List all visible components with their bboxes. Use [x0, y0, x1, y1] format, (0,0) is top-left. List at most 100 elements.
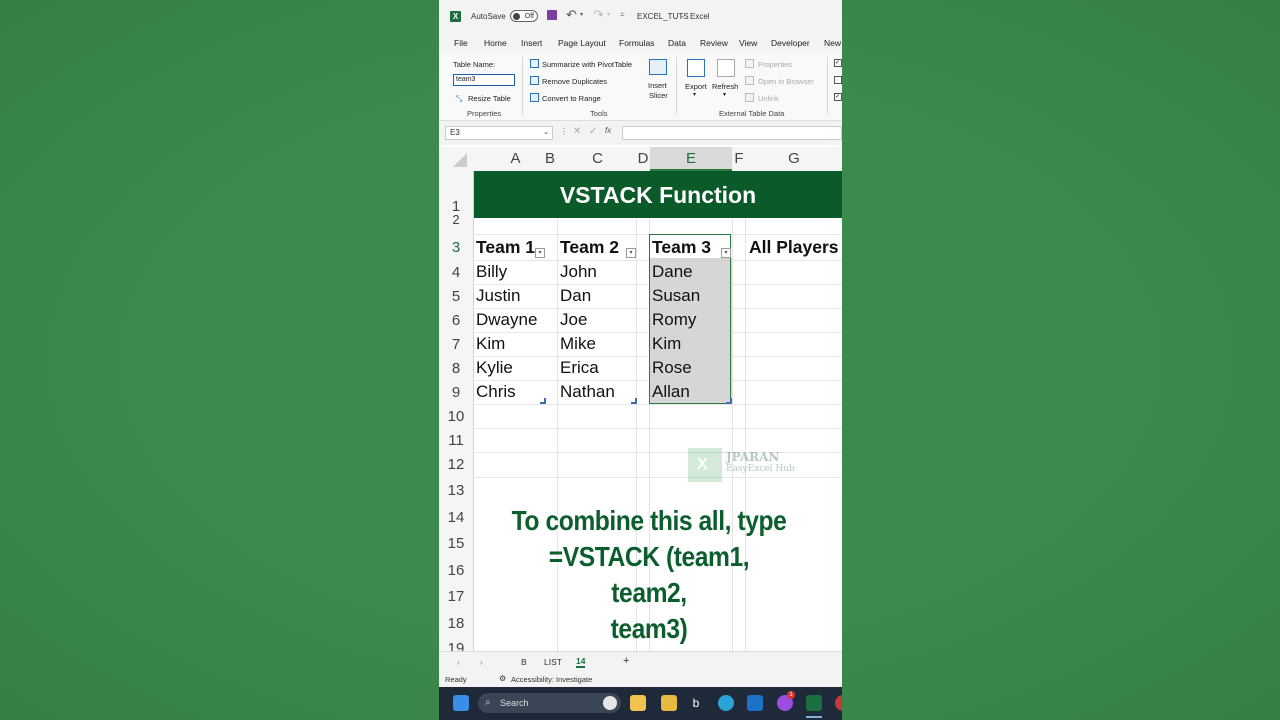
- undo-dropdown-icon[interactable]: ▾: [580, 11, 583, 18]
- sheet-tab-list[interactable]: LIST: [544, 657, 562, 667]
- cell-team3[interactable]: Susan: [652, 286, 700, 306]
- row-header-12[interactable]: 12: [439, 456, 473, 473]
- header-team-1[interactable]: Team 1: [476, 237, 535, 258]
- table-resize-handle[interactable]: [631, 398, 637, 404]
- open-in-browser-button[interactable]: Open in Browser: [758, 77, 814, 86]
- edge-icon[interactable]: [718, 695, 734, 711]
- customize-toolbar-icon[interactable]: ⩡: [620, 10, 625, 20]
- more-options-icon[interactable]: ⋮: [560, 127, 568, 136]
- row-header-7[interactable]: 7: [439, 336, 473, 353]
- refresh-button[interactable]: Refresh: [712, 82, 738, 91]
- row-header-14[interactable]: 14: [439, 509, 473, 526]
- windows-start-icon[interactable]: [453, 695, 469, 711]
- tab-home[interactable]: Home: [484, 38, 507, 48]
- cell-team2[interactable]: John: [560, 262, 597, 282]
- row-header-13[interactable]: 13: [439, 482, 473, 499]
- col-header-d[interactable]: D: [637, 147, 649, 171]
- cell-team2[interactable]: Dan: [560, 286, 591, 306]
- file-explorer-icon[interactable]: [630, 695, 646, 711]
- filter-dropdown-icon[interactable]: ▾: [626, 248, 636, 258]
- next-sheet-icon[interactable]: ›: [480, 657, 483, 667]
- export-dropdown-icon[interactable]: ▾: [693, 91, 696, 98]
- row-header-3[interactable]: 3: [439, 239, 473, 256]
- cell-team2[interactable]: Joe: [560, 310, 587, 330]
- tab-review[interactable]: Review: [700, 38, 728, 48]
- header-all-players[interactable]: All Players: [749, 237, 839, 258]
- name-box[interactable]: E3 ⌄: [445, 126, 553, 140]
- row-header-11[interactable]: 11: [439, 432, 473, 449]
- outlook-icon[interactable]: [747, 695, 763, 711]
- cell-team1[interactable]: Billy: [476, 262, 507, 282]
- bing-icon[interactable]: [603, 696, 617, 710]
- formula-input[interactable]: [622, 126, 842, 140]
- unlink-button[interactable]: Unlink: [758, 94, 779, 103]
- accessibility-status[interactable]: Accessibility: Investigate: [511, 675, 592, 684]
- table-name-input[interactable]: team3: [453, 74, 515, 86]
- bing-app-icon[interactable]: b: [688, 695, 704, 711]
- tab-developer[interactable]: Developer: [771, 38, 810, 48]
- cell-team1[interactable]: Kylie: [476, 358, 513, 378]
- summarize-pivottable-button[interactable]: Summarize with PivotTable: [542, 60, 632, 69]
- refresh-dropdown-icon[interactable]: ▾: [723, 91, 726, 98]
- table-resize-handle[interactable]: [726, 398, 732, 404]
- enter-icon[interactable]: ✓: [589, 126, 597, 137]
- cell-team3[interactable]: Rose: [652, 358, 692, 378]
- insert-function-icon[interactable]: fx: [605, 126, 611, 135]
- row-header-6[interactable]: 6: [439, 312, 473, 329]
- select-all-icon[interactable]: [453, 153, 467, 167]
- redo-dropdown-icon[interactable]: ▾: [607, 11, 610, 18]
- export-button[interactable]: Export: [685, 82, 707, 91]
- autosave-toggle[interactable]: Off: [510, 10, 538, 22]
- cancel-icon[interactable]: ✕: [573, 126, 581, 137]
- header-team-2[interactable]: Team 2: [560, 237, 619, 258]
- cell-team3[interactable]: Allan: [652, 382, 690, 402]
- undo-icon[interactable]: ↶: [566, 7, 577, 23]
- row-header-10[interactable]: 10: [439, 408, 473, 425]
- cell-team3[interactable]: Dane: [652, 262, 693, 282]
- sheet-title[interactable]: VSTACK Function: [474, 171, 842, 218]
- pen-tool-icon[interactable]: [661, 695, 677, 711]
- excel-taskbar-icon[interactable]: [806, 695, 822, 711]
- row-header-15[interactable]: 15: [439, 535, 473, 552]
- properties-button[interactable]: Properties: [758, 60, 792, 69]
- remove-duplicates-button[interactable]: Remove Duplicates: [542, 77, 607, 86]
- add-sheet-button[interactable]: +: [623, 655, 629, 667]
- header-row-checkbox[interactable]: ✓: [834, 59, 842, 67]
- sheet-tab-14[interactable]: 14: [576, 656, 586, 668]
- tab-file[interactable]: File: [454, 38, 468, 48]
- insert-slicer-label-2[interactable]: Slicer: [649, 91, 668, 100]
- col-header-b[interactable]: B: [542, 147, 558, 171]
- col-header-f[interactable]: F: [732, 147, 746, 171]
- row-header-9[interactable]: 9: [439, 384, 473, 401]
- row-header-2[interactable]: 2: [439, 212, 473, 227]
- tab-new[interactable]: New: [824, 38, 841, 48]
- header-team-3[interactable]: Team 3: [652, 237, 711, 258]
- cell-team2[interactable]: Mike: [560, 334, 596, 354]
- cell-team2[interactable]: Erica: [560, 358, 599, 378]
- cell-team1[interactable]: Justin: [476, 286, 520, 306]
- cell-team3[interactable]: Romy: [652, 310, 696, 330]
- row-header-16[interactable]: 16: [439, 562, 473, 579]
- banded-rows-checkbox[interactable]: ✓: [834, 93, 842, 101]
- col-header-c[interactable]: C: [558, 147, 637, 171]
- tab-formulas[interactable]: Formulas: [619, 38, 654, 48]
- taskbar-search[interactable]: ⌕ Search: [478, 693, 621, 713]
- cell-team1[interactable]: Chris: [476, 382, 516, 402]
- tab-data[interactable]: Data: [668, 38, 686, 48]
- cell-team1[interactable]: Dwayne: [476, 310, 537, 330]
- row-header-8[interactable]: 8: [439, 360, 473, 377]
- row-header-4[interactable]: 4: [439, 264, 473, 281]
- convert-to-range-button[interactable]: Convert to Range: [542, 94, 601, 103]
- redo-icon[interactable]: ↷: [593, 7, 604, 23]
- sheet-tab-b[interactable]: B: [521, 657, 527, 667]
- name-box-dropdown-icon[interactable]: ⌄: [543, 127, 549, 139]
- tab-insert[interactable]: Insert: [521, 38, 542, 48]
- table-resize-handle[interactable]: [540, 398, 546, 404]
- col-header-g[interactable]: G: [746, 147, 842, 171]
- row-header-5[interactable]: 5: [439, 288, 473, 305]
- insert-slicer-label-1[interactable]: Insert: [648, 81, 667, 90]
- filter-dropdown-icon[interactable]: ▾: [535, 248, 545, 258]
- app-icon[interactable]: [835, 695, 842, 711]
- filter-dropdown-icon[interactable]: ▾: [721, 248, 731, 258]
- resize-table-button[interactable]: Resize Table: [468, 94, 511, 103]
